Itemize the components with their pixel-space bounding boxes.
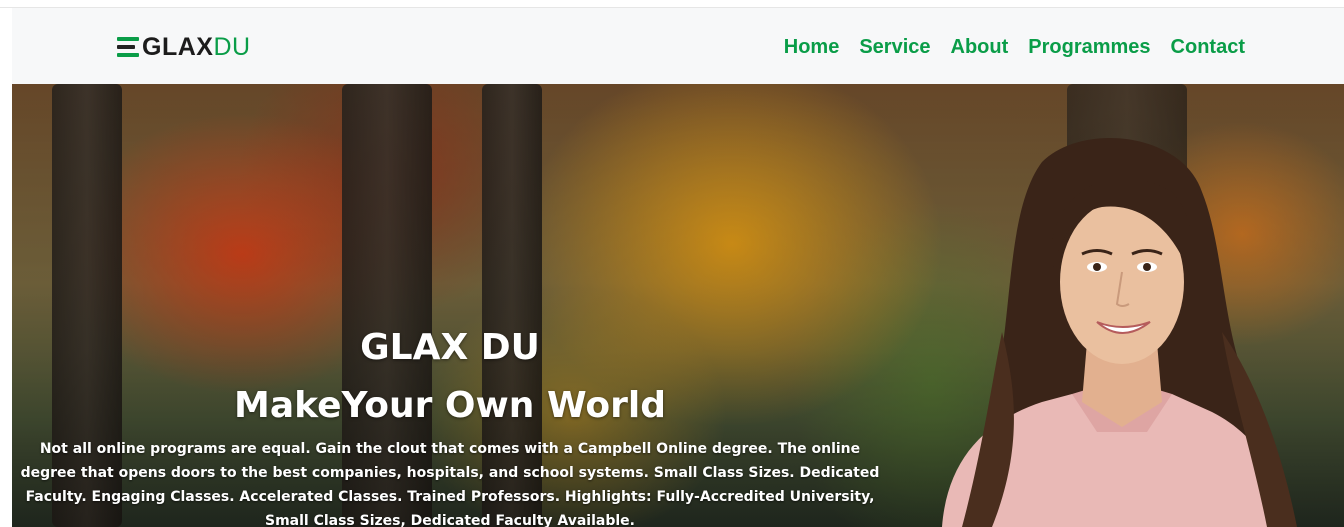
- logo-text-part1: GLAX: [142, 33, 214, 61]
- smiling-student-photo-icon: [942, 138, 1297, 527]
- nav-link-contact[interactable]: Contact: [1171, 34, 1245, 60]
- hero-description: Not all online programs are equal. Gain …: [20, 441, 880, 527]
- nav-link-service[interactable]: Service: [859, 34, 930, 60]
- hero-section: GLAX DU MakeYour Own World Not all onlin…: [12, 84, 1344, 527]
- nav-link-about[interactable]: About: [951, 34, 1009, 60]
- main-nav: Home Service About Programmes Contact: [784, 34, 1245, 60]
- hero-title: GLAX DU: [360, 327, 540, 368]
- logo-text: GLAXDU: [142, 32, 251, 62]
- site-logo[interactable]: GLAXDU: [117, 32, 251, 62]
- navbar: GLAXDU Home Service About Programmes Con…: [12, 8, 1344, 84]
- hero-subtitle: MakeYour Own World: [234, 385, 666, 426]
- nav-link-programmes[interactable]: Programmes: [1028, 34, 1150, 60]
- browser-top-edge: [0, 0, 1344, 8]
- nav-link-home[interactable]: Home: [784, 34, 840, 60]
- logo-text-part2: DU: [213, 33, 251, 61]
- logo-stripes-icon: [117, 37, 139, 57]
